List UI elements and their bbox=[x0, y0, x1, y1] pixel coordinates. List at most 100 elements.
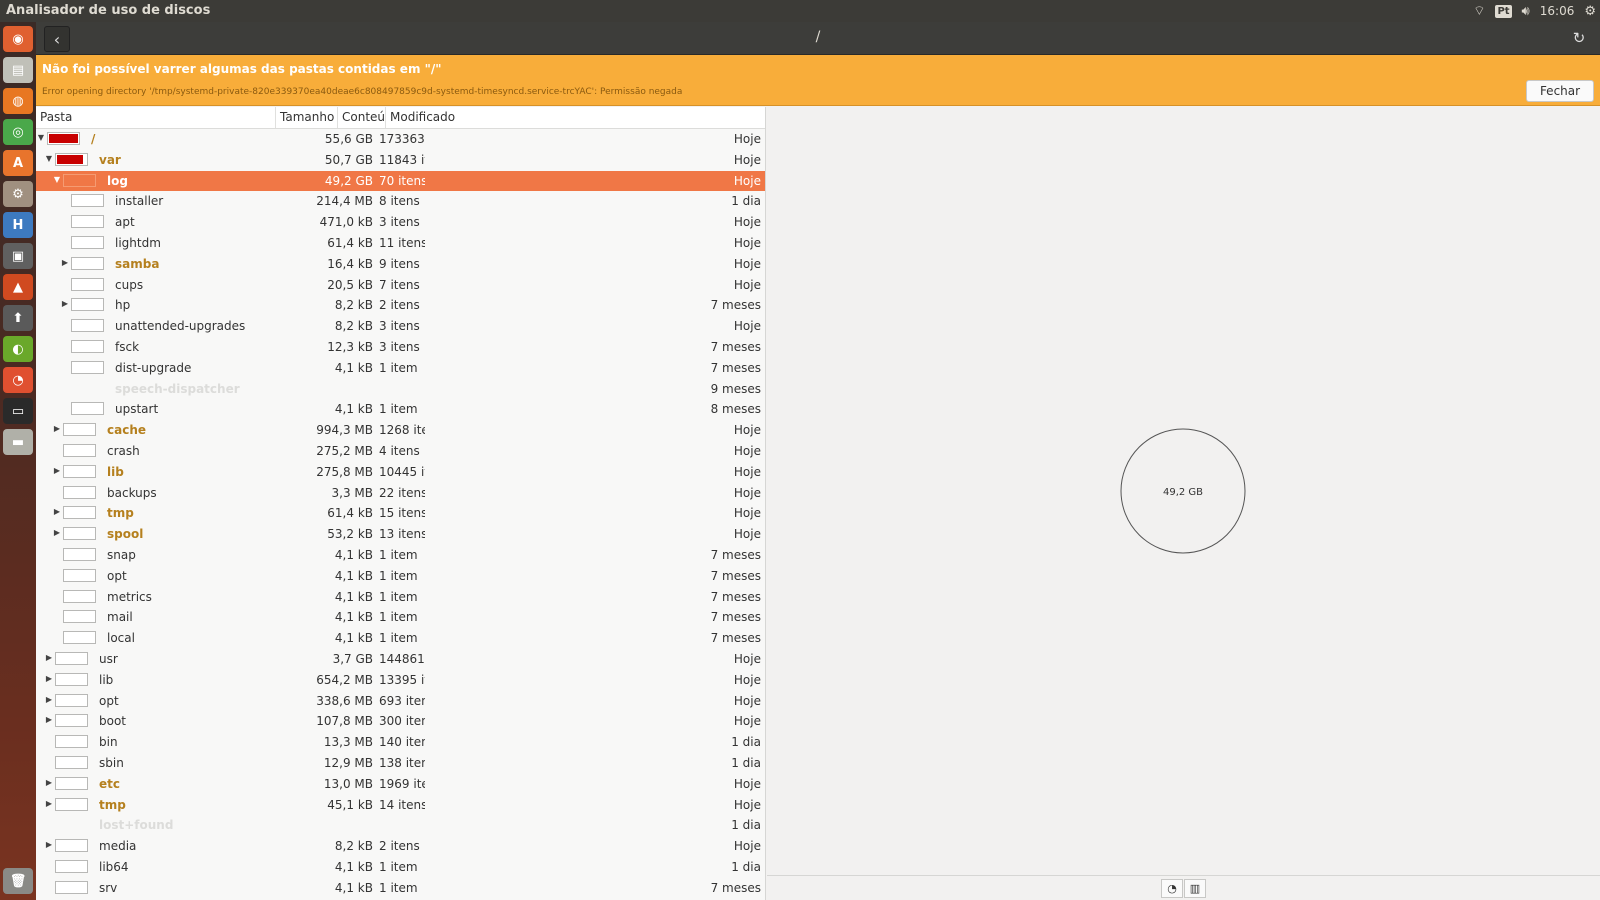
synaptic-icon[interactable]: ▲ bbox=[3, 274, 33, 300]
usage-bar bbox=[63, 527, 96, 541]
tree-row[interactable]: upstart 4,1 kB 1 item 8 meses bbox=[36, 399, 765, 420]
tree-row[interactable]: snap 4,1 kB 1 item 7 meses bbox=[36, 545, 765, 566]
tree-row[interactable]: dist-upgrade 4,1 kB 1 item 7 meses bbox=[36, 358, 765, 379]
tree-row[interactable]: speech-dispatcher 9 meses bbox=[36, 379, 765, 400]
nvidia-icon[interactable]: ◐ bbox=[3, 336, 33, 362]
tree-row[interactable]: metrics 4,1 kB 1 item 7 meses bbox=[36, 587, 765, 608]
folder-size: 994,3 MB bbox=[316, 423, 373, 438]
tree-row[interactable]: ▶ tmp 61,4 kB 15 itens Hoje bbox=[36, 503, 765, 524]
column-folder[interactable]: Pasta bbox=[36, 107, 276, 128]
expander-closed-icon[interactable]: ▶ bbox=[44, 695, 54, 704]
expander-closed-icon[interactable]: ▶ bbox=[52, 528, 62, 537]
tree-row[interactable]: bin 13,3 MB 140 iten 1 dia bbox=[36, 732, 765, 753]
tree-row[interactable]: ▶ hp 8,2 kB 2 itens 7 meses bbox=[36, 295, 765, 316]
column-size[interactable]: Tamanho bbox=[276, 107, 338, 128]
tree-row[interactable]: ▶ etc 13,0 MB 1969 ite Hoje bbox=[36, 774, 765, 795]
expander-closed-icon[interactable]: ▶ bbox=[44, 778, 54, 787]
tree-row[interactable]: cups 20,5 kB 7 itens Hoje bbox=[36, 275, 765, 296]
expander-open-icon[interactable]: ▼ bbox=[52, 175, 62, 184]
treemap-chart-toggle[interactable]: ▥ bbox=[1184, 879, 1206, 898]
folder-modified: 7 meses bbox=[710, 880, 761, 895]
expander-closed-icon[interactable]: ▶ bbox=[44, 715, 54, 724]
tree-row[interactable]: srv 4,1 kB 1 item 7 meses bbox=[36, 878, 765, 899]
ring-chart[interactable]: 49,2 GB bbox=[767, 107, 1600, 875]
ring-chart-toggle[interactable]: ◔ bbox=[1161, 879, 1183, 898]
tree-row[interactable]: ▶ opt 338,6 MB 693 iten Hoje bbox=[36, 691, 765, 712]
tree-row[interactable]: ▶ cache 994,3 MB 1268 ite Hoje bbox=[36, 420, 765, 441]
expander-closed-icon[interactable]: ▶ bbox=[52, 424, 62, 433]
update-icon[interactable]: ⬆ bbox=[3, 305, 33, 331]
treemap-icon: ▥ bbox=[1189, 882, 1201, 895]
disk-analyzer-icon[interactable]: ◔ bbox=[3, 367, 33, 393]
tree-row[interactable]: crash 275,2 MB 4 itens Hoje bbox=[36, 441, 765, 462]
expander-closed-icon[interactable]: ▶ bbox=[52, 507, 62, 516]
terminal-icon[interactable]: ▭ bbox=[3, 398, 33, 424]
usage-bar bbox=[63, 589, 96, 603]
tree-row[interactable]: unattended-upgrades 8,2 kB 3 itens Hoje bbox=[36, 316, 765, 337]
tree-row[interactable]: apt 471,0 kB 3 itens Hoje bbox=[36, 212, 765, 233]
chrome-icon[interactable]: ◎ bbox=[3, 119, 33, 145]
tree-row[interactable]: ▶ usr 3,7 GB 144861 i Hoje bbox=[36, 649, 765, 670]
gear-icon[interactable]: ⚙ bbox=[1584, 4, 1596, 19]
tree-row[interactable]: lost+found 1 dia bbox=[36, 815, 765, 836]
tree-row[interactable]: ▼ var 50,7 GB 11843 it Hoje bbox=[36, 150, 765, 171]
hexchat-icon[interactable]: H bbox=[3, 212, 33, 238]
folder-contents: 11843 it bbox=[379, 152, 425, 167]
folder-contents: 693 iten bbox=[379, 693, 425, 708]
folder-contents: 3 itens bbox=[379, 215, 420, 230]
tree-row[interactable]: sbin 12,9 MB 138 iten 1 dia bbox=[36, 753, 765, 774]
trash-icon[interactable]: 🗑︎ bbox=[3, 868, 33, 894]
reload-button[interactable]: ↻ bbox=[1568, 27, 1590, 49]
expander-open-icon[interactable]: ▼ bbox=[36, 133, 46, 142]
keyboard-indicator[interactable]: Pt bbox=[1495, 4, 1512, 18]
tree-row[interactable]: local 4,1 kB 1 item 7 meses bbox=[36, 628, 765, 649]
folder-modified: 7 meses bbox=[710, 298, 761, 313]
tree-row[interactable]: lib64 4,1 kB 1 item 1 dia bbox=[36, 857, 765, 878]
clock[interactable]: 16:06 bbox=[1540, 4, 1575, 18]
tree-row[interactable]: ▶ lib 275,8 MB 10445 it Hoje bbox=[36, 462, 765, 483]
expander-closed-icon[interactable]: ▶ bbox=[60, 258, 70, 267]
folder-contents: 70 itens bbox=[379, 173, 425, 188]
tree-row[interactable]: opt 4,1 kB 1 item 7 meses bbox=[36, 566, 765, 587]
folder-contents: 173363 i bbox=[379, 132, 425, 146]
volume-icon[interactable]: 🔊︎ bbox=[1522, 4, 1530, 19]
wifi-icon[interactable]: ⌔ bbox=[1473, 3, 1485, 19]
tree-row[interactable]: ▶ boot 107,8 MB 300 iten Hoje bbox=[36, 711, 765, 732]
tree-row[interactable]: installer 214,4 MB 8 itens 1 dia bbox=[36, 191, 765, 212]
dash-icon[interactable]: ◉ bbox=[3, 26, 33, 52]
tree-row[interactable]: ▶ spool 53,2 kB 13 itens Hoje bbox=[36, 524, 765, 545]
tree-row[interactable]: ▼ log 49,2 GB 70 itens Hoje bbox=[36, 170, 765, 192]
ring-chart-pane[interactable]: 49,2 GB bbox=[767, 107, 1600, 875]
tree-row[interactable]: mail 4,1 kB 1 item 7 meses bbox=[36, 607, 765, 628]
expander-closed-icon[interactable]: ▶ bbox=[44, 674, 54, 683]
expander-closed-icon[interactable]: ▶ bbox=[60, 299, 70, 308]
folder-contents: 4 itens bbox=[379, 443, 420, 458]
drive-icon[interactable]: ▬ bbox=[3, 429, 33, 455]
files-icon[interactable]: ▤ bbox=[3, 57, 33, 83]
usage-bar bbox=[71, 256, 104, 270]
media-icon[interactable]: ▣ bbox=[3, 243, 33, 269]
software-center-icon[interactable]: A bbox=[3, 150, 33, 176]
column-modified[interactable]: Modificado bbox=[386, 107, 765, 128]
usage-bar bbox=[71, 235, 104, 249]
expander-open-icon[interactable]: ▼ bbox=[44, 154, 54, 163]
folder-size: 214,4 MB bbox=[316, 194, 373, 209]
folder-tree[interactable]: Pasta Tamanho Conteú Modificado ▼ / 55,6 G… bbox=[36, 107, 766, 900]
tree-row[interactable]: ▼ / 55,6 GB 173363 i Hoje bbox=[36, 129, 765, 150]
settings-icon[interactable]: ⚙ bbox=[3, 181, 33, 207]
firefox-icon[interactable]: ◍ bbox=[3, 88, 33, 114]
tree-row[interactable]: ▶ media 8,2 kB 2 itens Hoje bbox=[36, 836, 765, 857]
tree-row[interactable]: fsck 12,3 kB 3 itens 7 meses bbox=[36, 337, 765, 358]
tree-row[interactable]: backups 3,3 MB 22 itens Hoje bbox=[36, 483, 765, 504]
folder-size: 471,0 kB bbox=[319, 215, 373, 230]
tree-row[interactable]: ▶ tmp 45,1 kB 14 itens Hoje bbox=[36, 795, 765, 816]
expander-closed-icon[interactable]: ▶ bbox=[44, 653, 54, 662]
tree-row[interactable]: ▶ lib 654,2 MB 13395 it Hoje bbox=[36, 670, 765, 691]
expander-closed-icon[interactable]: ▶ bbox=[52, 466, 62, 475]
close-button[interactable]: Fechar bbox=[1526, 80, 1594, 102]
column-contents[interactable]: Conteú bbox=[338, 107, 386, 128]
tree-row[interactable]: ▶ samba 16,4 kB 9 itens Hoje bbox=[36, 254, 765, 275]
tree-row[interactable]: lightdm 61,4 kB 11 itens Hoje bbox=[36, 233, 765, 254]
expander-closed-icon[interactable]: ▶ bbox=[44, 799, 54, 808]
expander-closed-icon[interactable]: ▶ bbox=[44, 840, 54, 849]
